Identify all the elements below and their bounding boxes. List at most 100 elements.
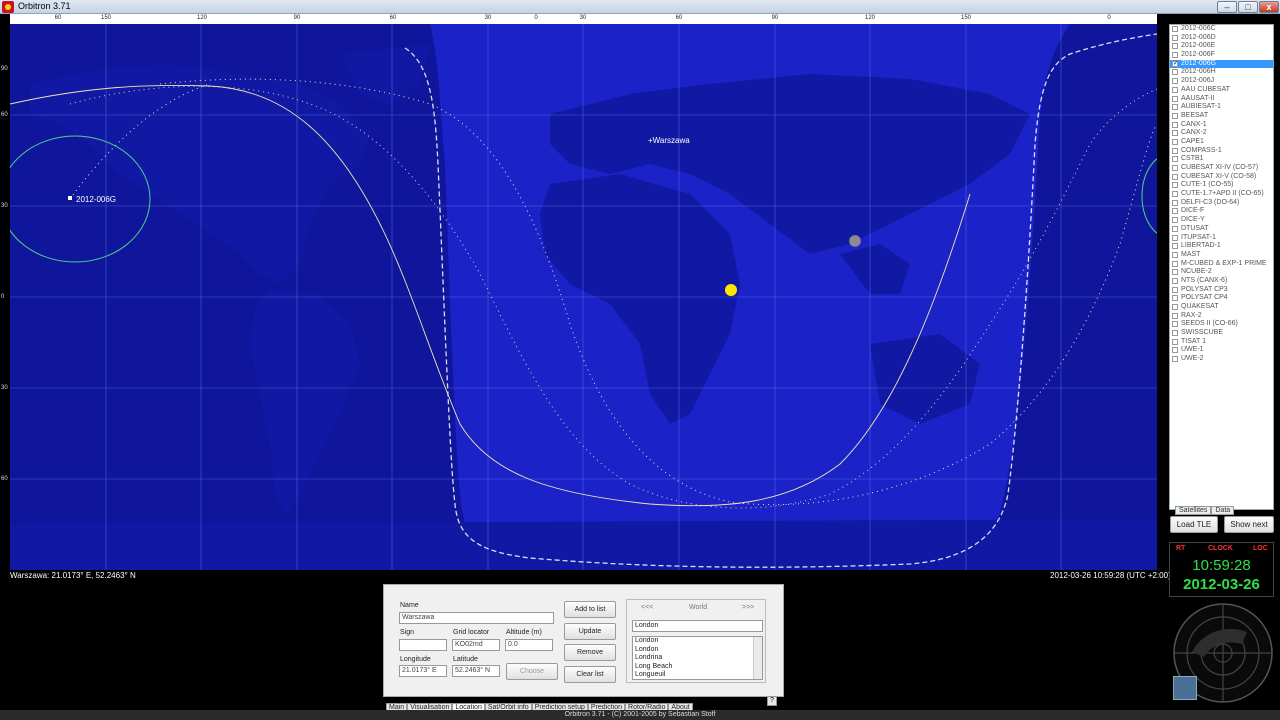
add-to-list-button[interactable]: Add to list (564, 601, 616, 618)
satellite-checkbox[interactable] (1172, 112, 1178, 119)
satellite-checkbox[interactable] (1172, 147, 1178, 154)
city-list[interactable]: London London Londrina Long Beach Longueuil (632, 636, 763, 680)
satellite-list-item[interactable]: POLYSAT CP3 (1170, 286, 1273, 295)
satellite-list-item[interactable]: UWE-2 (1170, 355, 1273, 364)
satellite-view-icon[interactable] (1173, 676, 1197, 700)
satellite-checkbox[interactable] (1172, 304, 1178, 310)
tab-data[interactable]: Data (1211, 506, 1235, 515)
tab-satellites[interactable]: Satellites (1175, 506, 1212, 515)
satellite-list-item[interactable]: QUAKESAT (1170, 303, 1273, 312)
satellite-checkbox[interactable] (1172, 277, 1178, 284)
satellite-checkbox[interactable] (1172, 260, 1178, 267)
satellite-list-item[interactable]: DTUSAT (1170, 225, 1273, 234)
satellite-list-item[interactable]: CANX-1 (1170, 121, 1273, 130)
satellite-checkbox[interactable] (1172, 173, 1178, 180)
satellite-list-item[interactable]: DICE-F (1170, 207, 1273, 216)
city-list-item[interactable]: Londrina (633, 654, 762, 663)
load-tle-button[interactable]: Load TLE (1170, 516, 1218, 533)
satellite-checkbox[interactable] (1172, 138, 1178, 145)
close-button[interactable]: x (1259, 1, 1279, 13)
satellite-list-item[interactable]: CSTB1 (1170, 155, 1273, 164)
clock-mode-indicator[interactable]: CLOCK (1208, 545, 1233, 552)
satellite-checkbox[interactable] (1172, 208, 1178, 215)
satellite-list-item[interactable]: 2012-006F (1170, 51, 1273, 60)
satellite-list-item[interactable]: 2012-006H (1170, 68, 1273, 77)
satellite-checkbox[interactable] (1172, 269, 1178, 276)
satellite-checkbox[interactable] (1172, 286, 1178, 293)
update-button[interactable]: Update (564, 623, 616, 640)
satellite-checkbox[interactable] (1172, 347, 1178, 354)
satellite-list-item[interactable]: ITUPSAT-1 (1170, 234, 1273, 243)
satellite-list-item[interactable]: COMPASS-1 (1170, 147, 1273, 156)
satellite-checkbox[interactable] (1172, 295, 1178, 302)
satellite-list-item[interactable]: 2012-006C (1170, 25, 1273, 34)
minimize-button[interactable]: – (1217, 1, 1237, 13)
satellite-checkbox[interactable] (1172, 356, 1178, 363)
city-list-item[interactable]: London (633, 637, 762, 646)
satellite-checkbox[interactable] (1172, 52, 1178, 59)
satellite-list[interactable]: 2012-006C 2012-006D 2012-006E 2012-006F ✓ 201… (1169, 24, 1274, 510)
world-map[interactable]: 2012-006G +Warszawa (10, 24, 1157, 570)
satellite-list-item[interactable]: AAU CUBESAT (1170, 86, 1273, 95)
clock-rt-indicator[interactable]: RT (1176, 545, 1185, 552)
satellite-checkbox[interactable] (1172, 43, 1178, 50)
city-list-item[interactable]: Longueuil (633, 671, 762, 679)
satellite-checkbox[interactable] (1172, 86, 1178, 93)
satellite-list-item[interactable]: AUBIESAT-1 (1170, 103, 1273, 112)
satellite-list-item[interactable]: AAUSAT-II (1170, 95, 1273, 104)
show-next-button[interactable]: Show next (1224, 516, 1274, 533)
satellite-list-item[interactable]: NCUBE-2 (1170, 268, 1273, 277)
satellite-list-item[interactable]: CUTE-1 (CO-55) (1170, 181, 1273, 190)
satellite-checkbox[interactable] (1172, 182, 1178, 189)
altitude-field[interactable]: 0.0 (505, 639, 553, 651)
satellite-checkbox[interactable] (1172, 251, 1178, 258)
satellite-list-item[interactable]: LIBERTAD-1 (1170, 242, 1273, 251)
satellite-checkbox[interactable] (1172, 321, 1178, 328)
choose-button[interactable]: Choose (506, 663, 558, 680)
satellite-checkbox[interactable] (1172, 165, 1178, 171)
remove-button[interactable]: Remove (564, 644, 616, 661)
satellite-checkbox[interactable] (1172, 191, 1178, 198)
clear-list-button[interactable]: Clear list (564, 666, 616, 683)
name-field[interactable]: Warszawa (399, 612, 554, 624)
city-list-scrollbar[interactable] (753, 637, 762, 679)
city-list-item[interactable]: London (633, 646, 762, 655)
satellite-checkbox[interactable] (1172, 26, 1178, 32)
sign-field[interactable] (399, 639, 447, 651)
satellite-list-item[interactable]: DELFI-C3 (DO-64) (1170, 199, 1273, 208)
satellite-checkbox[interactable] (1172, 234, 1178, 241)
prev-region-button[interactable]: <<< (641, 604, 653, 611)
satellite-checkbox[interactable] (1172, 104, 1178, 111)
satellite-checkbox[interactable]: ✓ (1172, 60, 1178, 67)
satellite-list-item[interactable]: CAPE1 (1170, 138, 1273, 147)
satellite-list-item[interactable]: CUBESAT XI-V (CO-58) (1170, 173, 1273, 182)
satellite-list-item[interactable]: NTS (CANX-6) (1170, 277, 1273, 286)
satellite-list-item[interactable]: 2012-006J (1170, 77, 1273, 86)
satellite-checkbox[interactable] (1172, 217, 1178, 224)
clock-loc-indicator[interactable]: LOC (1253, 545, 1268, 552)
satellite-list-item[interactable]: 2012-006E (1170, 42, 1273, 51)
satellite-list-item[interactable]: BEESAT (1170, 112, 1273, 121)
satellite-list-item[interactable]: DICE-Y (1170, 216, 1273, 225)
satellite-list-item[interactable]: SWISSCUBE (1170, 329, 1273, 338)
satellite-checkbox[interactable] (1172, 312, 1178, 319)
satellite-marker[interactable] (68, 196, 72, 200)
map-canvas[interactable]: 2012-006G +Warszawa (10, 24, 1157, 570)
satellite-checkbox[interactable] (1172, 95, 1178, 102)
satellite-list-item[interactable]: MAST (1170, 251, 1273, 260)
satellite-checkbox[interactable] (1172, 199, 1178, 206)
satellite-checkbox[interactable] (1172, 225, 1178, 232)
satellite-list-item[interactable]: ✓ 2012-006G (1170, 59, 1273, 69)
satellite-list-item[interactable]: CUTE-1.7+APD II (CO-65) (1170, 190, 1273, 199)
satellite-checkbox[interactable] (1172, 243, 1178, 250)
next-region-button[interactable]: >>> (742, 604, 754, 611)
longitude-field[interactable]: 21.0173° E (399, 665, 447, 677)
satellite-list-item[interactable]: RAX-2 (1170, 312, 1273, 321)
satellite-checkbox[interactable] (1172, 130, 1178, 137)
help-tab[interactable]: ? (767, 696, 777, 706)
city-list-item[interactable]: Long Beach (633, 663, 762, 672)
satellite-checkbox[interactable] (1172, 330, 1178, 337)
satellite-checkbox[interactable] (1172, 78, 1178, 85)
satellite-checkbox[interactable] (1172, 338, 1178, 345)
satellite-checkbox[interactable] (1172, 121, 1178, 128)
